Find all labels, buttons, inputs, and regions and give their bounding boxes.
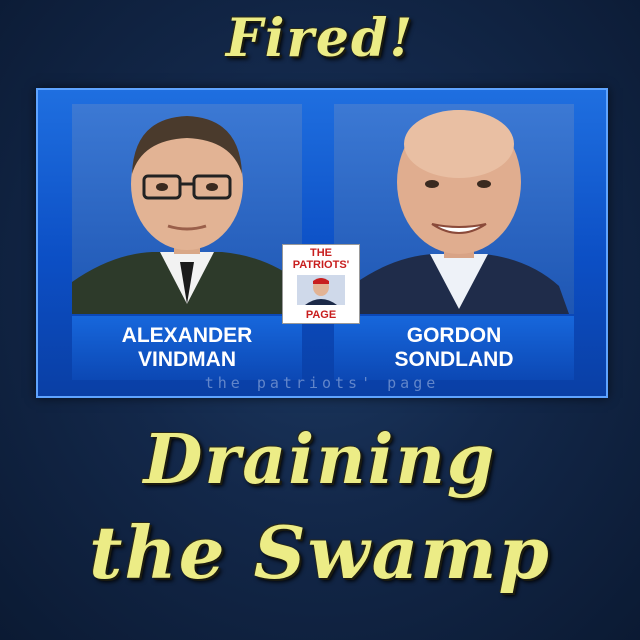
logo-line1: THE <box>310 247 332 259</box>
caption-right-name: GORDON SONDLAND <box>334 316 574 380</box>
watermark-text: the patriots' page <box>204 374 440 392</box>
right-portrait-illustration <box>344 110 569 314</box>
right-name-line2: SONDLAND <box>394 348 514 371</box>
logo-line2: PATRIOTS' <box>292 259 350 271</box>
headline-fired: Fired! <box>225 8 415 69</box>
left-name-line2: VINDMAN <box>138 348 236 371</box>
right-name-line1: GORDON <box>406 324 502 347</box>
headline-the-swamp: the Swamp <box>89 510 551 595</box>
left-portrait-illustration <box>72 116 302 314</box>
caption-left-name: ALEXANDER VINDMAN <box>72 316 302 380</box>
logo-line3: PAGE <box>305 309 337 321</box>
headline-draining: Draining <box>143 420 497 500</box>
patriots-page-logo: THE PATRIOTS' PAGE <box>282 244 360 324</box>
left-name-line1: ALEXANDER <box>121 324 253 347</box>
news-graphic-panel: ALEXANDER VINDMAN GORDON SONDLAND THE PA… <box>36 88 608 398</box>
photo-left-person <box>72 104 302 314</box>
logo-figure-icon <box>297 275 345 305</box>
photo-right-person <box>334 104 574 314</box>
